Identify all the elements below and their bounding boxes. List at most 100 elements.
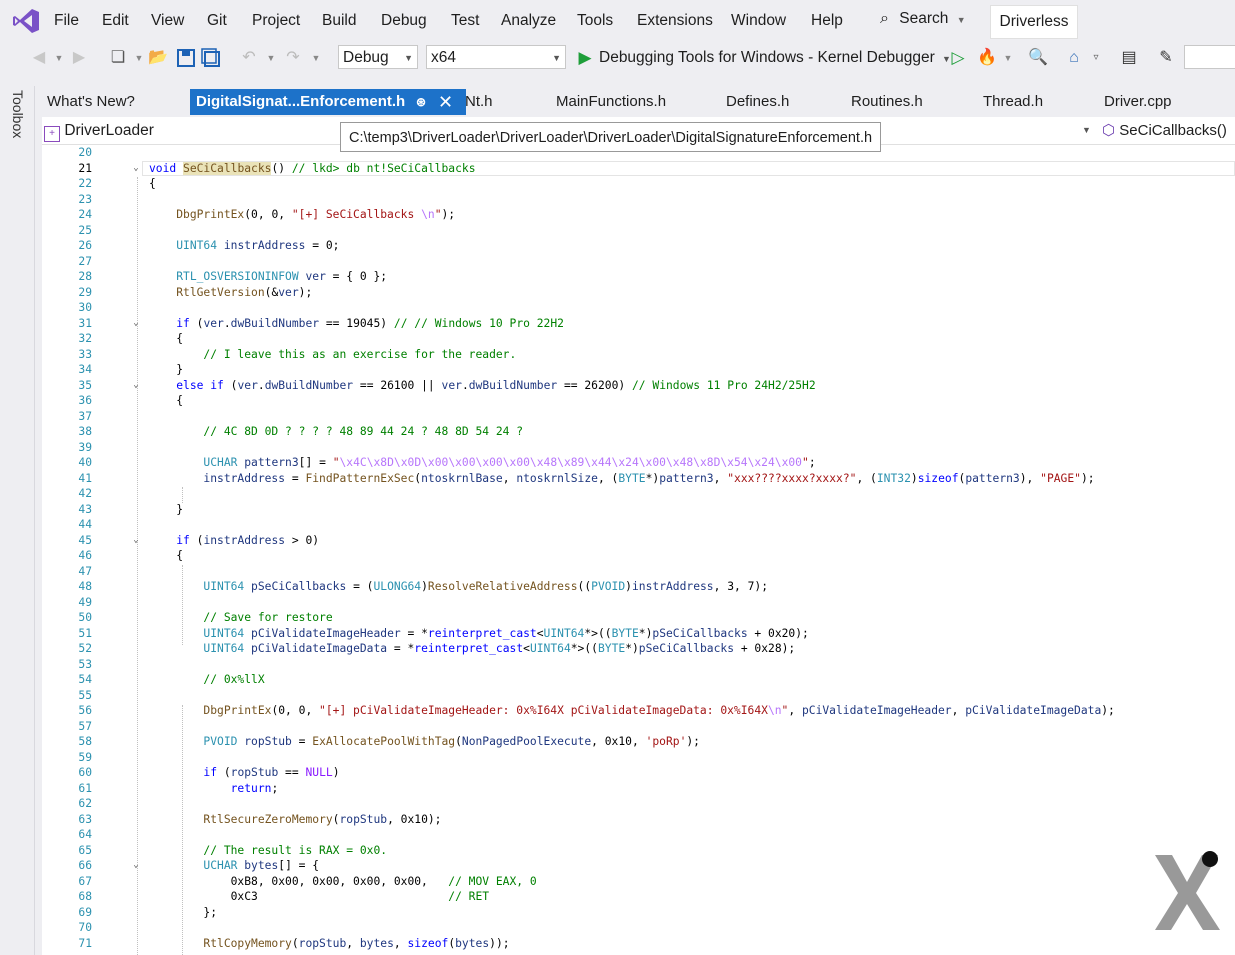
- save-icon[interactable]: [175, 47, 197, 69]
- code-line: 50 // Save for restore: [42, 610, 1235, 626]
- hot-reload-icon[interactable]: 🔥: [976, 47, 998, 69]
- navigate-back-icon[interactable]: ◀: [28, 47, 50, 69]
- chevron-down-icon[interactable]: ▼: [305, 47, 327, 69]
- collapse-icon[interactable]: ⌄: [130, 533, 142, 549]
- code-line: 49: [42, 595, 1235, 611]
- code-line: 23: [42, 192, 1235, 208]
- line-number: 31: [78, 316, 92, 330]
- menu-build[interactable]: Build: [322, 12, 356, 30]
- tab-digital-signature-enforcement[interactable]: DigitalSignat...Enforcement.h ⊛ ✕: [190, 89, 466, 115]
- menu-view[interactable]: View: [151, 12, 184, 30]
- redo-icon[interactable]: ↷: [282, 47, 304, 69]
- chevron-down-icon[interactable]: ▼: [1082, 125, 1091, 135]
- collapse-icon[interactable]: ⌄: [130, 161, 142, 177]
- code-line: 54 // 0x%llX: [42, 672, 1235, 688]
- tab-mainfunctions-h[interactable]: MainFunctions.h: [556, 89, 666, 115]
- line-number: 28: [78, 270, 92, 283]
- code-text: };: [149, 905, 218, 919]
- tab-driver-cpp[interactable]: Driver.cpp: [1104, 89, 1172, 115]
- project-scope-select[interactable]: + DriverLoader: [44, 119, 154, 142]
- platform-select[interactable]: x64 ▼: [426, 45, 566, 69]
- feedback-icon[interactable]: ✎: [1155, 47, 1177, 69]
- code-line: 32 {: [42, 331, 1235, 347]
- member-select[interactable]: ⬡ SeCiCallbacks(): [1102, 119, 1227, 142]
- code-text: RtlSecureZeroMemory(ropStub, 0x10);: [203, 812, 442, 826]
- code-text: void SeCiCallbacks() // lkd> db nt!SeCiC…: [149, 161, 476, 175]
- collapse-icon[interactable]: ⌄: [130, 858, 142, 874]
- comment-icon[interactable]: ▤: [1118, 47, 1140, 69]
- find-in-files-icon[interactable]: 🔍: [1027, 47, 1049, 69]
- collapse-icon[interactable]: ⌄: [130, 316, 142, 332]
- line-number: 41: [78, 471, 92, 485]
- overflow-icon[interactable]: ▿: [1085, 47, 1107, 69]
- code-editor[interactable]: 20 21 ⌄ void SeCiCallbacks() // lkd> db nt…: [42, 145, 1235, 955]
- menu-git[interactable]: Git: [207, 12, 227, 30]
- code-line: 33 // I leave this as an exercise for th…: [42, 347, 1235, 363]
- navigate-forward-icon[interactable]: ▶: [68, 47, 90, 69]
- code-text: DbgPrintEx(0, 0, "[+] SeCiCallbacks \n")…: [176, 208, 456, 221]
- solution-name[interactable]: Driverless: [990, 5, 1078, 39]
- menu-debug[interactable]: Debug: [381, 12, 427, 30]
- code-line: 25: [42, 223, 1235, 239]
- line-number: 39: [78, 440, 92, 454]
- method-icon: ⬡: [1102, 122, 1116, 139]
- chevron-down-icon[interactable]: ▼: [997, 47, 1019, 69]
- code-text: {: [149, 394, 184, 407]
- browser-link-icon[interactable]: ⌂: [1063, 47, 1085, 69]
- menu-tools[interactable]: Tools: [577, 12, 613, 30]
- code-line: 58 PVOID ropStub = ExAllocatePoolWithTag…: [42, 734, 1235, 750]
- code-line: 53: [42, 657, 1235, 673]
- code-line: 41 instrAddress = FindPatternExSec(ntosk…: [42, 471, 1235, 487]
- pin-icon[interactable]: ⊛: [416, 89, 426, 115]
- close-icon[interactable]: ✕: [438, 89, 453, 115]
- code-text: UINT64 pCiValidateImageData = *reinterpr…: [203, 642, 796, 655]
- code-text: // 4C 8D 0D ? ? ? ? 48 89 44 24 ? 48 8D …: [203, 425, 524, 438]
- new-project-icon[interactable]: ❏: [107, 47, 129, 69]
- chevron-down-icon[interactable]: ▼: [260, 47, 282, 69]
- code-text: return;: [230, 781, 279, 795]
- start-debugging-icon[interactable]: ▶: [574, 47, 596, 69]
- undo-icon[interactable]: ↶: [238, 47, 260, 69]
- code-text: instrAddress = FindPatternExSec(ntoskrnl…: [203, 471, 1095, 485]
- code-line: 66 ⌄ UCHAR bytes[] = {: [42, 858, 1235, 874]
- menu-extensions[interactable]: Extensions: [637, 12, 713, 30]
- tab-defines-h[interactable]: Defines.h: [726, 89, 789, 115]
- start-without-debugging-icon[interactable]: ▷: [947, 47, 969, 69]
- tab-nt-h[interactable]: Nt.h: [465, 89, 493, 115]
- code-text: }: [149, 502, 184, 516]
- debug-target-button[interactable]: Debugging Tools for Windows - Kernel Deb…: [599, 49, 951, 67]
- code-line: 51 UINT64 pCiValidateImageHeader = *rein…: [42, 626, 1235, 642]
- code-text: 0xB8, 0x00, 0x00, 0x00, 0x00, // MOV EAX…: [149, 874, 537, 888]
- visual-studio-logo-icon[interactable]: [12, 8, 40, 34]
- toolbox-tab[interactable]: Toolbox: [10, 90, 26, 138]
- save-all-icon[interactable]: [200, 47, 222, 69]
- line-number: 50: [78, 611, 92, 624]
- search-box[interactable]: ⌕ Search ▼: [880, 10, 966, 28]
- code-line: 26 UINT64 instrAddress = 0;: [42, 238, 1235, 254]
- quick-launch-input[interactable]: [1184, 45, 1235, 69]
- line-number: 44: [78, 518, 92, 531]
- code-line: 64: [42, 827, 1235, 843]
- line-number: 63: [78, 812, 92, 826]
- tab-routines-h[interactable]: Routines.h: [851, 89, 923, 115]
- collapse-icon[interactable]: ⌄: [130, 378, 142, 394]
- menu-file[interactable]: File: [54, 12, 79, 30]
- platform-value: x64: [431, 49, 456, 66]
- open-file-icon[interactable]: 📂: [147, 47, 169, 69]
- tab-thread-h[interactable]: Thread.h: [983, 89, 1043, 115]
- line-number: 35: [78, 378, 92, 392]
- menu-edit[interactable]: Edit: [102, 12, 129, 30]
- configuration-select[interactable]: Debug ▼: [338, 45, 418, 69]
- code-line: 24 DbgPrintEx(0, 0, "[+] SeCiCallbacks \…: [42, 207, 1235, 223]
- menu-test[interactable]: Test: [451, 12, 479, 30]
- menu-project[interactable]: Project: [252, 12, 300, 30]
- code-text: if (ropStub == NULL): [203, 766, 340, 779]
- code-line: 31 ⌄ if (ver.dwBuildNumber == 19045) // /…: [42, 316, 1235, 332]
- line-number: 54: [78, 673, 92, 686]
- tab-whats-new[interactable]: What's New?: [47, 89, 135, 115]
- menu-analyze[interactable]: Analyze: [501, 12, 556, 30]
- menu-help[interactable]: Help: [811, 12, 843, 30]
- member-label: SeCiCallbacks(): [1119, 122, 1227, 139]
- menu-window[interactable]: Window: [731, 12, 786, 30]
- chevron-down-icon[interactable]: ▼: [48, 47, 70, 69]
